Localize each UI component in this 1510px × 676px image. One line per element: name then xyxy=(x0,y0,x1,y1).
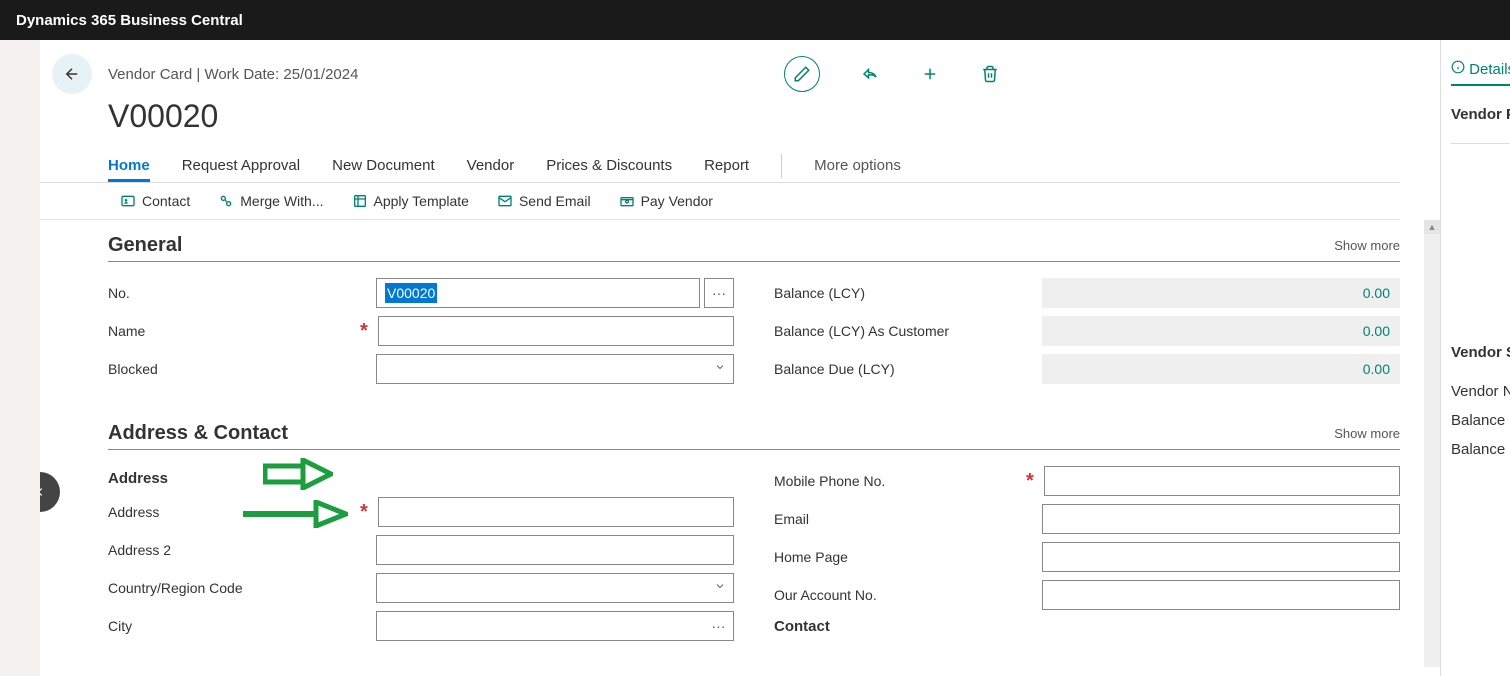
input-blocked[interactable] xyxy=(376,354,734,384)
contact-subheading: Contact xyxy=(774,618,1400,635)
tab-vendor[interactable]: Vendor xyxy=(467,149,515,182)
action-tabs: Home Request Approval New Document Vendo… xyxy=(40,149,1400,183)
value-balance-lcy[interactable]: 0.00 xyxy=(1042,278,1400,308)
label-name: Name xyxy=(108,323,358,339)
factbox-details[interactable]: Details xyxy=(1451,54,1510,86)
tab-home[interactable]: Home xyxy=(108,149,150,182)
tab-more-options[interactable]: More options xyxy=(814,149,901,182)
left-gutter xyxy=(0,40,40,676)
toolbar-email-label: Send Email xyxy=(519,193,591,209)
toolbar-pay-vendor[interactable]: Pay Vendor xyxy=(619,193,713,209)
section-general-header[interactable]: General Show more xyxy=(108,234,1400,262)
toolbar-apply-template[interactable]: Apply Template xyxy=(352,193,469,209)
section-address-contact-title: Address & Contact xyxy=(108,422,288,445)
required-indicator: * xyxy=(1026,470,1040,493)
tab-new-document[interactable]: New Document xyxy=(332,149,435,182)
email-icon xyxy=(497,193,513,209)
label-our-account: Our Account No. xyxy=(774,587,1024,603)
label-city: City xyxy=(108,618,358,634)
label-balance-due-lcy: Balance Due (LCY) xyxy=(774,361,1024,377)
toolbar-merge-label: Merge With... xyxy=(240,193,323,209)
share-button[interactable] xyxy=(860,64,880,84)
label-address: Address xyxy=(108,504,358,520)
input-name[interactable] xyxy=(378,316,734,346)
new-button[interactable] xyxy=(920,64,940,84)
factbox-panel: Details Vendor Picture Vendor Statistics… xyxy=(1440,40,1510,676)
input-no-value: V00020 xyxy=(385,283,437,303)
toolbar-pay-label: Pay Vendor xyxy=(641,193,713,209)
label-balance-lcy-customer: Balance (LCY) As Customer xyxy=(774,323,1024,339)
assist-city[interactable]: ··· xyxy=(704,611,734,641)
breadcrumb: Vendor Card | Work Date: 25/01/2024 xyxy=(108,66,358,83)
tab-prices-discounts[interactable]: Prices & Discounts xyxy=(546,149,672,182)
input-email[interactable] xyxy=(1042,504,1400,534)
input-country[interactable] xyxy=(376,573,734,603)
tab-request-approval[interactable]: Request Approval xyxy=(182,149,300,182)
home-toolbar: Contact Merge With... Apply Template Sen… xyxy=(40,183,1400,220)
general-show-more[interactable]: Show more xyxy=(1334,238,1400,253)
toolbar-send-email[interactable]: Send Email xyxy=(497,193,591,209)
assist-no[interactable]: ··· xyxy=(704,278,734,308)
address-subheading: Address xyxy=(108,470,734,487)
toolbar-contact[interactable]: Contact xyxy=(120,193,190,209)
label-no: No. xyxy=(108,285,358,301)
toolbar-merge-with[interactable]: Merge With... xyxy=(218,193,323,209)
label-blocked: Blocked xyxy=(108,361,358,377)
input-address[interactable] xyxy=(378,497,734,527)
label-email: Email xyxy=(774,511,1024,527)
required-indicator: * xyxy=(360,501,374,524)
input-address2[interactable] xyxy=(376,535,734,565)
label-country: Country/Region Code xyxy=(108,580,358,596)
toolbar-template-label: Apply Template xyxy=(374,193,469,209)
divider xyxy=(1451,143,1510,144)
factbox-vendor-no[interactable]: Vendor No. xyxy=(1451,377,1510,406)
template-icon xyxy=(352,193,368,209)
scroll-up-icon[interactable]: ▲ xyxy=(1424,220,1440,234)
required-indicator: * xyxy=(360,320,374,343)
input-home-page[interactable] xyxy=(1042,542,1400,572)
input-no[interactable]: V00020 xyxy=(376,278,700,308)
factbox-details-label: Details xyxy=(1469,61,1510,78)
app-title-bar: Dynamics 365 Business Central xyxy=(0,0,1510,40)
value-balance-lcy-customer[interactable]: 0.00 xyxy=(1042,316,1400,346)
back-button[interactable] xyxy=(52,54,92,94)
contact-icon xyxy=(120,193,136,209)
label-home-page: Home Page xyxy=(774,549,1024,565)
tab-report[interactable]: Report xyxy=(704,149,749,182)
page-title: V00020 xyxy=(40,94,1440,149)
input-mobile[interactable] xyxy=(1044,466,1400,496)
delete-button[interactable] xyxy=(980,64,1000,84)
label-mobile: Mobile Phone No. xyxy=(774,473,1024,489)
factbox-balance[interactable]: Balance (LCY) xyxy=(1451,406,1510,435)
label-address2: Address 2 xyxy=(108,542,358,558)
toolbar-contact-label: Contact xyxy=(142,193,190,209)
input-city[interactable] xyxy=(376,611,704,641)
main-content: Vendor Card | Work Date: 25/01/2024 V000… xyxy=(40,40,1440,676)
pay-icon xyxy=(619,193,635,209)
app-title: Dynamics 365 Business Central xyxy=(16,12,243,29)
tabs-divider xyxy=(781,154,782,178)
section-address-contact-header[interactable]: Address & Contact Show more xyxy=(108,422,1400,450)
merge-icon xyxy=(218,193,234,209)
factbox-vendor-stats[interactable]: Vendor Statistics xyxy=(1451,338,1510,367)
scrollbar[interactable]: ▲ xyxy=(1424,220,1440,667)
label-balance-lcy: Balance (LCY) xyxy=(774,285,1024,301)
section-general-title: General xyxy=(108,234,182,257)
input-our-account[interactable] xyxy=(1042,580,1400,610)
factbox-balance2[interactable]: Balance xyxy=(1451,435,1510,464)
address-show-more[interactable]: Show more xyxy=(1334,426,1400,441)
edit-button[interactable] xyxy=(784,56,820,92)
value-balance-due-lcy[interactable]: 0.00 xyxy=(1042,354,1400,384)
factbox-vendor-picture[interactable]: Vendor Picture xyxy=(1451,100,1510,129)
